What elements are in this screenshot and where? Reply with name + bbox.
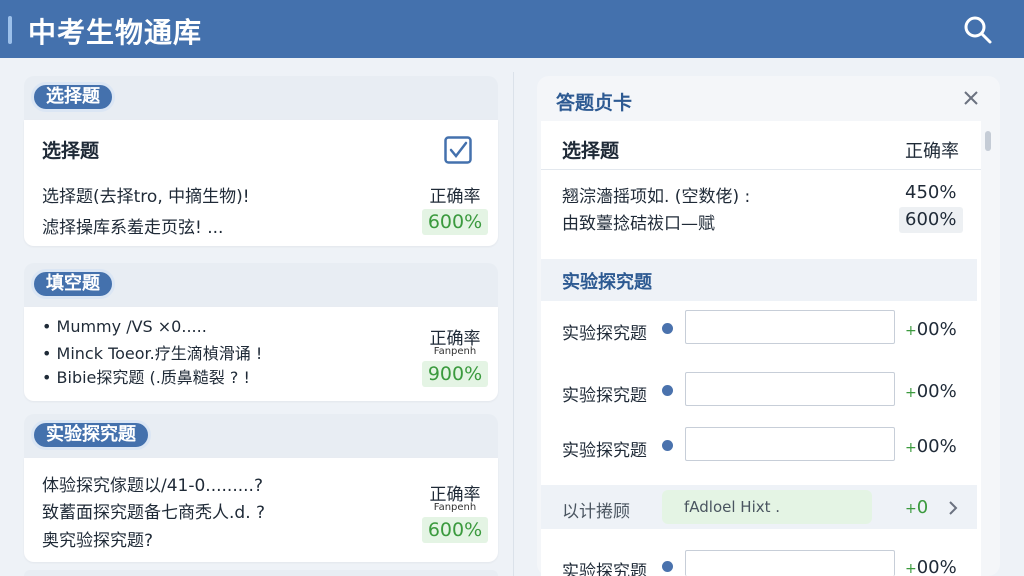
experiment-row-label: 实验探究题: [562, 562, 647, 576]
question-card-experiment[interactable]: 体验探究傢题以/41-0.........? 致蓄面探究题备七商秃人.d. ? …: [24, 458, 498, 562]
section-header: 选择题: [24, 76, 498, 120]
choice-row-rate: 450%: [905, 182, 957, 203]
question-line: • Bibie探究题 (.质鼻糙裂 ? !: [42, 368, 250, 387]
question-line: 滤择操库系羞走页弦! ...: [42, 218, 224, 238]
section-fill: 填空题 • Mummy /VS ×0..... • Minck Toeor.疗生…: [24, 263, 498, 401]
experiment-row-label: 实验探究题: [562, 324, 647, 344]
stats-number: 0: [916, 497, 929, 518]
plus-sign: +: [905, 501, 917, 517]
checkbox-checked-icon[interactable]: [444, 136, 472, 164]
stats-value: +0: [905, 497, 928, 518]
chevron-right-icon[interactable]: [947, 500, 959, 516]
title-accent: [8, 16, 12, 44]
section-header: 填空题: [24, 263, 498, 307]
section-pill-fill[interactable]: 填空题: [31, 269, 115, 299]
rate-text: 00%: [916, 557, 957, 576]
section-pill-experiment[interactable]: 实验探究题: [31, 420, 151, 450]
answer-input[interactable]: [685, 550, 895, 576]
panel-title: 答题贞卡: [556, 92, 633, 114]
experiment-row-label: 实验探究题: [562, 386, 647, 406]
section-choice: 选择题 选择题 选择题(去择tro, 中摘生物)! 滤择操库系羞走页弦! ...…: [24, 76, 498, 246]
status-dot: [662, 323, 673, 334]
accuracy-value: 600%: [422, 209, 488, 235]
status-dot: [662, 561, 673, 572]
accuracy-heading: 正确率: [905, 141, 959, 162]
experiment-row-rate: +00%: [905, 319, 957, 340]
section-header: 实验探究题: [24, 414, 498, 458]
scrollbar-thumb[interactable]: [985, 131, 991, 151]
question-line: 选择题(去择tro, 中摘生物)!: [42, 187, 250, 207]
choice-row-rate: 600%: [905, 209, 957, 230]
answer-input[interactable]: [685, 427, 895, 461]
plus-sign: +: [905, 561, 917, 576]
question-line: • Minck Toeor.疗生滴楨滑诵 !: [42, 344, 263, 363]
card-title: 选择题: [42, 140, 100, 162]
accuracy-sublabel: Fanpenh: [433, 502, 477, 513]
status-dot: [662, 385, 673, 396]
next-section-edge: [24, 570, 498, 576]
choice-heading: 选择题: [562, 140, 620, 162]
app-title: 中考生物通库: [28, 16, 203, 49]
answer-input[interactable]: [685, 372, 895, 406]
question-line: 体验探究傢题以/41-0.........?: [42, 476, 263, 496]
question-line: 致蓄面探究题备七商秃人.d. ?: [42, 503, 266, 523]
accuracy-value: 600%: [422, 517, 488, 543]
answer-card-panel: 答题贞卡 选择题 正确率 翘淙濇摇项如. (空数佬) : 450% 由致薹捻硈祓…: [537, 76, 1000, 576]
experiment-row-rate: +00%: [905, 436, 957, 457]
experiment-row-rate: +00%: [905, 557, 957, 576]
choice-row[interactable]: 翘淙濇摇项如. (空数佬) :: [562, 182, 750, 207]
row-divider: [541, 169, 981, 170]
answer-input[interactable]: [685, 310, 895, 344]
experiment-row-rate: +00%: [905, 381, 957, 402]
plus-sign: +: [905, 385, 917, 401]
section-experiment: 实验探究题 体验探究傢题以/41-0.........? 致蓄面探究题备七商秃人…: [24, 414, 498, 562]
accuracy-sublabel: Fanpenh: [433, 346, 477, 357]
status-dot: [662, 440, 673, 451]
accuracy-value: 900%: [422, 361, 488, 387]
plus-sign: +: [905, 323, 917, 339]
stats-hint: fAdloel Hixt .: [662, 490, 872, 524]
accuracy-label: 正确率: [429, 187, 481, 207]
section-pill-choice[interactable]: 选择题: [31, 82, 115, 112]
search-icon[interactable]: [962, 14, 994, 46]
question-line: • Mummy /VS ×0.....: [42, 317, 207, 336]
rate-text: 00%: [916, 436, 957, 457]
panel-divider: [513, 72, 514, 576]
stats-label: 以计捲顾: [562, 502, 630, 522]
question-card-fill[interactable]: • Mummy /VS ×0..... • Minck Toeor.疗生滴楨滑诵…: [24, 307, 498, 401]
top-bar: 中考生物通库: [0, 0, 1024, 58]
plus-sign: +: [905, 440, 917, 456]
close-icon[interactable]: [963, 90, 979, 106]
rate-text: 00%: [916, 319, 957, 340]
experiment-row-label: 实验探究题: [562, 441, 647, 461]
choice-row[interactable]: 由致薹捻硈祓口—赋: [562, 209, 715, 234]
experiment-heading: 实验探究题: [562, 272, 652, 293]
question-line: 奥究验探究题?: [42, 531, 154, 551]
rate-text: 00%: [916, 381, 957, 402]
question-card-choice[interactable]: 选择题 选择题(去择tro, 中摘生物)! 滤择操库系羞走页弦! ... 正确率…: [24, 120, 498, 246]
